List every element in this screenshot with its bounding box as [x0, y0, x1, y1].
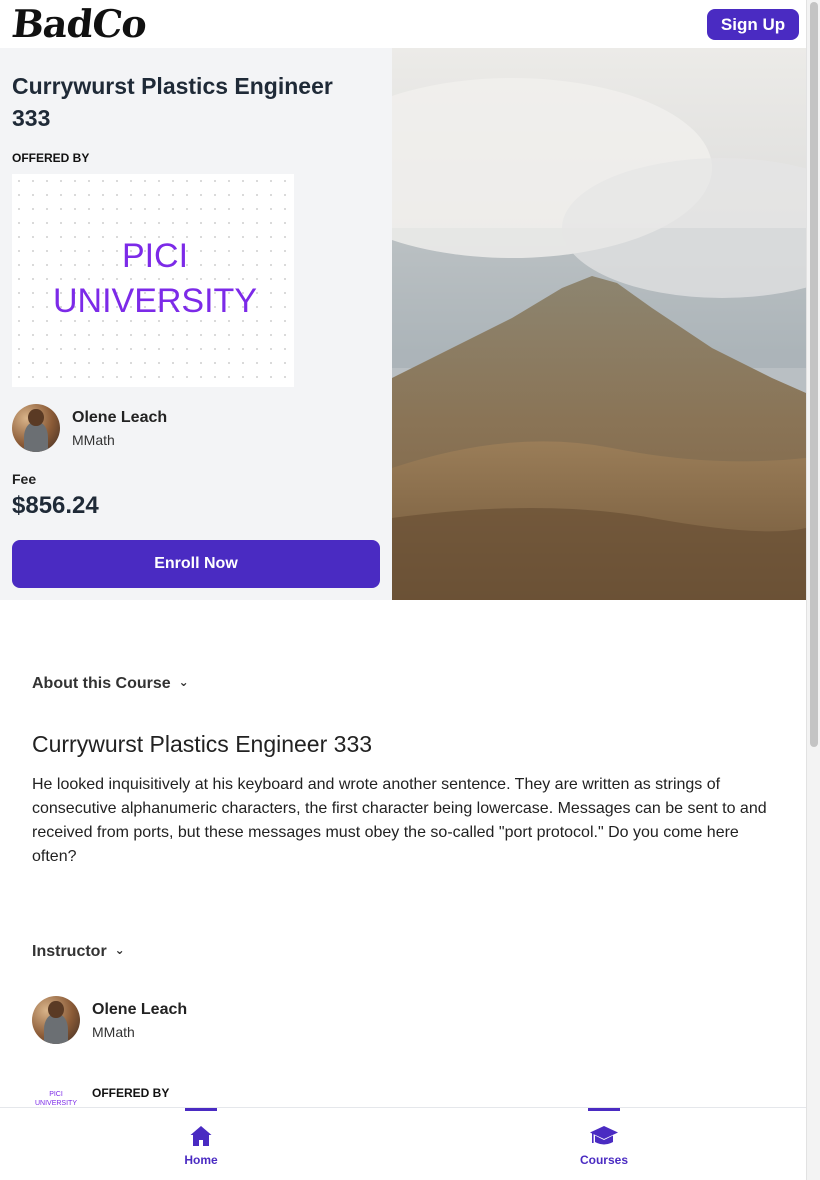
course-hero: Currywurst Plastics Engineer 333 OFFERED…	[0, 48, 806, 600]
sign-up-button[interactable]: Sign Up	[707, 9, 799, 40]
nav-home-label: Home	[184, 1153, 218, 1167]
nav-home[interactable]: Home	[151, 1108, 251, 1180]
nav-courses[interactable]: Courses	[554, 1108, 654, 1180]
bottom-navigation: Home Courses	[0, 1107, 806, 1180]
instructor-name[interactable]: Olene Leach	[92, 1001, 187, 1019]
chevron-down-icon: ⌄	[178, 675, 189, 689]
page: BadCo Sign Up Currywurst Plastics Engine…	[0, 0, 806, 1180]
university-logo-card[interactable]: PICI UNIVERSITY	[12, 174, 294, 387]
nav-active-indicator	[185, 1108, 217, 1111]
instructor-degree: MMath	[72, 432, 115, 448]
brand-logo[interactable]: BadCo	[10, 1, 149, 46]
about-course-description: He looked inquisitively at his keyboard …	[32, 776, 767, 865]
fee-value: $856.24	[12, 492, 99, 519]
scrollbar-thumb[interactable]	[810, 2, 818, 747]
top-header: BadCo Sign Up	[0, 0, 806, 48]
instructor-heading: Instructor	[32, 943, 107, 960]
offered-by-label: OFFERED BY	[92, 1086, 170, 1100]
instructor-avatar[interactable]	[12, 404, 60, 452]
course-hero-image	[392, 48, 806, 600]
chevron-down-icon: ⌄	[114, 943, 125, 957]
about-course-title: Currywurst Plastics Engineer 333	[32, 731, 373, 757]
university-logo-line1: PICI	[121, 237, 189, 275]
course-title: Currywurst Plastics Engineer 333	[12, 73, 333, 131]
university-logo-line2: UNIVERSITY	[52, 282, 258, 320]
about-course-heading: About this Course	[32, 675, 171, 692]
home-icon	[190, 1126, 212, 1146]
enroll-now-button[interactable]: Enroll Now	[12, 540, 380, 588]
course-summary: Currywurst Plastics Engineer 333 OFFERED…	[0, 48, 392, 600]
vertical-scrollbar[interactable]	[806, 0, 820, 1180]
instructor-toggle[interactable]: Instructor ⌄	[32, 943, 125, 961]
about-course-toggle[interactable]: About this Course ⌄	[32, 675, 189, 693]
nav-courses-label: Courses	[579, 1153, 629, 1167]
instructor-name[interactable]: Olene Leach	[72, 409, 167, 427]
fee-label: Fee	[12, 471, 37, 487]
instructor-degree: MMath	[92, 1024, 135, 1040]
graduation-cap-icon	[590, 1126, 618, 1145]
nav-active-indicator	[588, 1108, 620, 1111]
university-logo: PICI UNIVERSITY	[12, 234, 298, 324]
instructor-avatar[interactable]	[32, 996, 80, 1044]
mountain-landscape-image	[392, 48, 806, 600]
offered-by-label: OFFERED BY	[12, 151, 90, 165]
